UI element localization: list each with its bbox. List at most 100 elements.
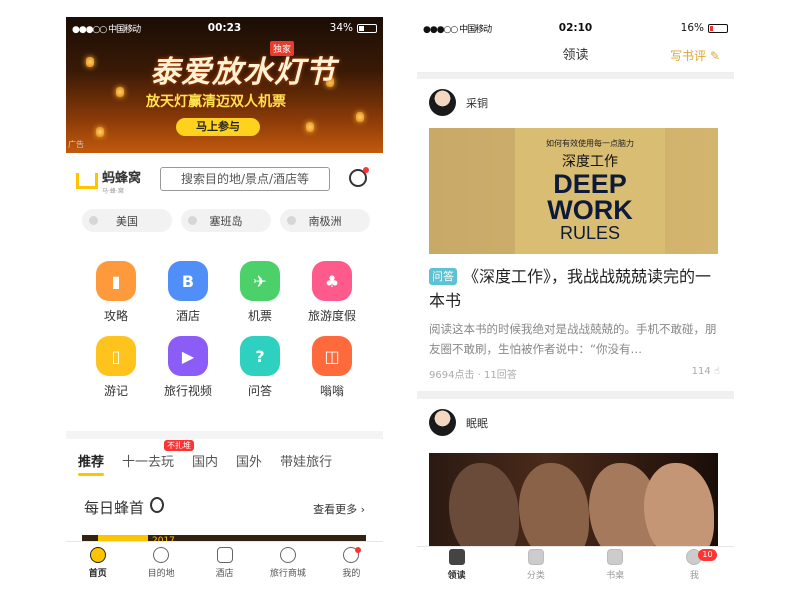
notification-badge: 10 [698,549,717,561]
nav-label: 领读 [447,571,466,581]
chip-label: 美国 [116,214,138,228]
avatar [429,409,456,436]
nav-label: 我 [689,571,699,581]
category-label: 问答 [247,384,272,398]
image-figure [449,463,519,547]
photo-icon: ◫ [312,336,352,376]
nav-label: 分类 [526,571,545,581]
tab-national-day[interactable]: 十一去玩 [122,451,174,476]
battery-icon [708,23,728,33]
tab-domestic[interactable]: 国内 [192,451,218,476]
category-label: 攻略 [103,309,128,323]
book-title-cn: 深度工作 [562,154,618,170]
page-header: 领读 写书评 ✎ [417,39,734,73]
clock-icon [89,216,98,225]
chip-label: 南极洲 [308,214,342,228]
category-travelogue[interactable]: ▯ 游记 [80,336,152,399]
nav-destination[interactable]: 目的地 [129,542,192,583]
like-button[interactable]: 114 ☝ [692,366,720,377]
guide-icon: ▮ [96,261,136,301]
left-phone-screen: ●●●○○ 中国移动 00:23 34% 泰爱放水灯节 独家 放天灯赢清迈双人机… [66,17,383,583]
home-icon [89,546,106,563]
chip-destination[interactable]: 南极洲 [280,209,370,232]
umbrella-icon [279,546,296,563]
bottom-nav: 首页 目的地 酒店 旅行商城 我的 [66,541,383,583]
post-image[interactable] [429,453,718,547]
hot-badge: 不扎堆 [164,440,194,451]
nav-category[interactable]: 分类 [496,547,575,583]
nav-me[interactable]: 我 10 [655,547,734,583]
qa-tag: 问答 [429,268,457,285]
lantern-decoration [306,122,314,132]
post-author[interactable]: 采铜 [429,89,488,116]
ad-label: 广告 [68,140,84,149]
category-flight[interactable]: ✈ 机票 [224,261,296,324]
nav-me[interactable]: 我的 [320,542,383,583]
brand-sub: 马·蜂·窝 [102,188,124,195]
category-label: 嗡嗡 [319,384,344,398]
category-hotel[interactable]: B 酒店 [152,261,224,324]
book-cover-image[interactable]: 如何有效使用每一点脑力 深度工作 DEEP WORK RULES [429,128,718,254]
category-label: 酒店 [175,309,200,323]
brand-logo: 蚂蜂窝马·蜂·窝 [76,167,141,195]
promo-banner[interactable]: ●●●○○ 中国移动 00:23 34% 泰爱放水灯节 独家 放天灯赢清迈双人机… [66,17,383,153]
category-guide[interactable]: ▮ 攻略 [80,261,152,324]
palm-tree-icon: ♣ [312,261,352,301]
notification-dot [355,547,362,553]
medal-icon [150,497,165,513]
category-label: 机票 [247,309,272,323]
book-icon: ▯ [96,336,136,376]
image-figure [519,463,589,547]
post-card[interactable]: 眠眠 [417,399,734,547]
see-more-link[interactable]: 查看更多 › [313,501,365,517]
write-review-button[interactable]: 写书评 ✎ [670,39,720,73]
chip-destination[interactable]: 美国 [82,209,172,232]
message-icon[interactable] [349,167,369,187]
book-title-en: DEEP [553,169,627,199]
category-wengweng[interactable]: ◫ 嗡嗡 [296,336,368,399]
mafengwo-logo-icon [76,173,98,189]
chip-destination[interactable]: 塞班岛 [181,209,271,232]
bookshelf-icon [607,549,624,565]
nav-desk[interactable]: 书桌 [576,547,655,583]
avatar [429,89,456,116]
clock-icon [287,216,296,225]
nav-label: 首页 [88,568,107,579]
post-title-text: 《深度工作》，我战战兢兢读完的一本书 [429,267,712,310]
quill-icon: ✎ [709,49,720,63]
post-author[interactable]: 眠眠 [429,409,488,436]
nav-hotel[interactable]: 酒店 [193,542,256,583]
book-title-en: WORK [547,195,633,225]
nav-label: 旅行商城 [269,568,306,579]
tab-abroad[interactable]: 国外 [236,451,262,476]
clock-icon [188,216,197,225]
lantern-decoration [356,112,364,122]
banner-join-button[interactable]: 马上参与 [176,118,260,136]
lantern-decoration [86,57,94,67]
post-card[interactable]: 采铜 如何有效使用每一点脑力 深度工作 DEEP WORK RULES 问答 《深… [417,79,734,391]
home-top-section: 蚂蜂窝马·蜂·窝 搜索目的地/景点/酒店等 美国 塞班岛 南极洲 ▮ 攻略 B 酒店… [66,153,383,431]
nav-label: 目的地 [147,568,175,579]
post-title[interactable]: 问答 《深度工作》，我战战兢兢读完的一本书 [429,265,719,313]
battery-icon [357,23,377,33]
nav-shop[interactable]: 旅行商城 [256,542,319,583]
tab-family[interactable]: 带娃旅行 [280,451,332,476]
nav-home[interactable]: 首页 [66,542,129,583]
nav-label: 我的 [342,568,361,579]
search-input[interactable]: 搜索目的地/景点/酒店等 [160,167,330,191]
location-icon [153,546,170,563]
nav-label: 酒店 [215,568,234,579]
category-video[interactable]: ▶ 旅行视频 [152,336,224,399]
brand-name: 蚂蜂窝 [102,171,142,186]
book-cover: 如何有效使用每一点脑力 深度工作 DEEP WORK RULES [515,128,665,254]
category-qa[interactable]: ? 问答 [224,336,296,399]
play-icon: ▶ [168,336,208,376]
author-name: 眠眠 [466,416,488,430]
category-vacation[interactable]: ♣ 旅游度假 [296,261,368,324]
thumbs-up-icon: ☝ [713,366,720,377]
daily-title: 每日蜂首 [84,497,165,518]
right-phone-screen: ●●●○○ 中国移动 02:10 16% 领读 写书评 ✎ 采铜 如何有效使用每… [417,17,734,583]
tab-recommend[interactable]: 推荐 [78,451,105,476]
category-grid: ▮ 攻略 B 酒店 ✈ 机票 ♣ 旅游度假 ▯ 游记 ▶ 旅行视频 ? 问答 ◫ 嗡嗡 [80,261,370,399]
nav-reading[interactable]: 领读 [417,547,496,583]
